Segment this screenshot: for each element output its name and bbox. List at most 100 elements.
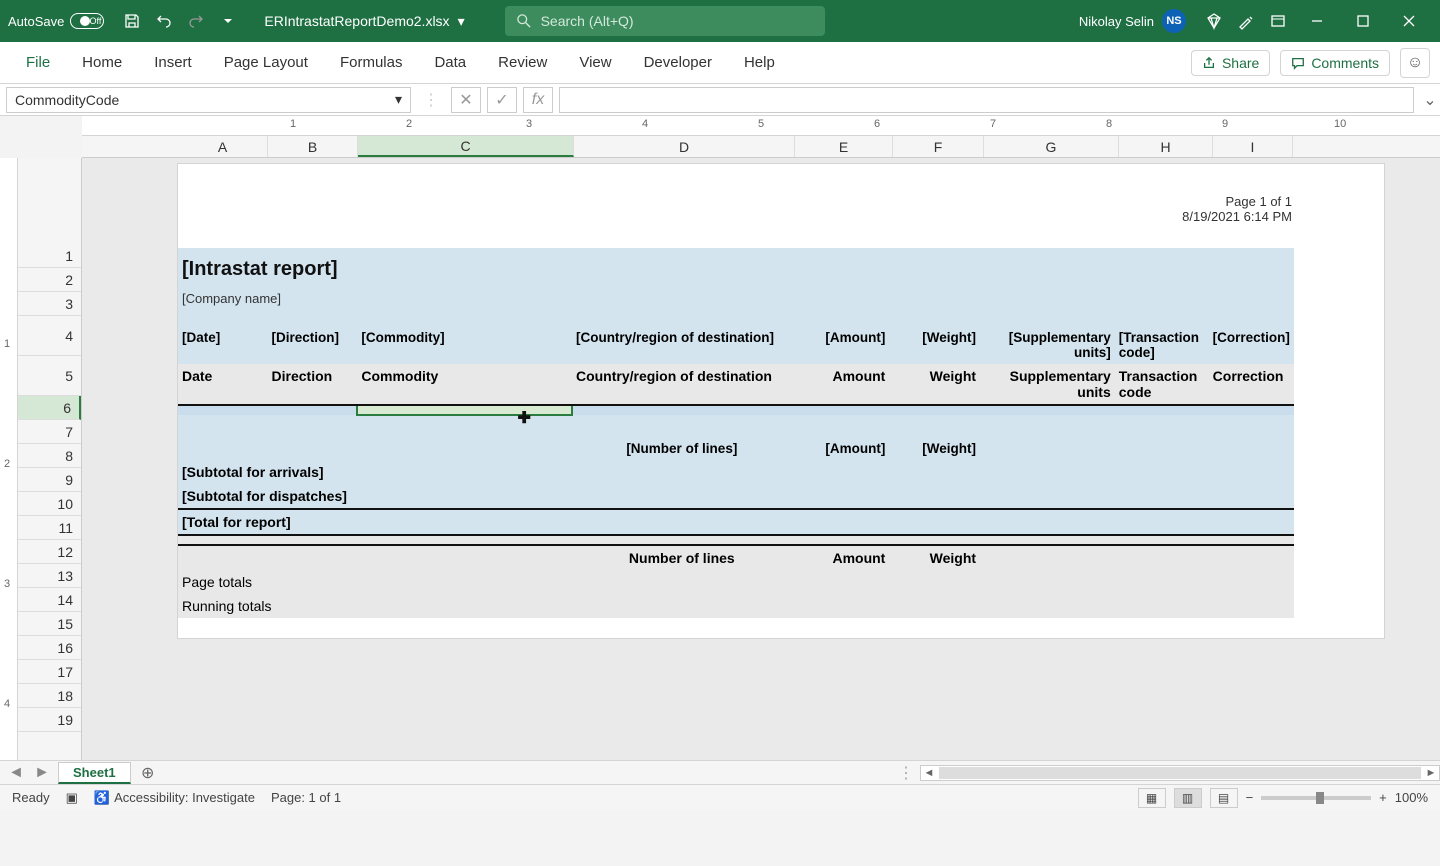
- footer-label: [Amount]: [792, 437, 890, 460]
- share-label: Share: [1222, 55, 1259, 71]
- new-sheet-button[interactable]: ⊕: [137, 762, 159, 784]
- row-header[interactable]: 15: [18, 612, 81, 636]
- tab-help[interactable]: Help: [728, 42, 791, 83]
- scroll-right-icon[interactable]: ►: [1423, 767, 1439, 779]
- label-header: [Supplementary units]: [980, 326, 1115, 364]
- col-header[interactable]: F: [893, 136, 984, 157]
- row-header[interactable]: 13: [18, 564, 81, 588]
- page-break-view-icon[interactable]: ▤: [1210, 788, 1238, 808]
- page-canvas[interactable]: Page 1 of 1 8/19/2021 6:14 PM [Intrastat…: [82, 158, 1440, 760]
- col-header[interactable]: I: [1213, 136, 1293, 157]
- draw-icon[interactable]: [1232, 7, 1260, 35]
- row-header[interactable]: 14: [18, 588, 81, 612]
- tab-split-handle[interactable]: ⋮: [898, 763, 914, 783]
- col-header[interactable]: G: [984, 136, 1119, 157]
- diamond-icon[interactable]: [1200, 7, 1228, 35]
- cell[interactable]: [889, 405, 980, 415]
- row-header[interactable]: 19: [18, 708, 81, 732]
- search-input[interactable]: Search (Alt+Q): [505, 6, 825, 36]
- cell[interactable]: [1209, 405, 1294, 415]
- scroll-left-icon[interactable]: ◄: [921, 767, 937, 779]
- macro-record-icon[interactable]: ▣: [66, 790, 78, 806]
- ribbon-display-icon[interactable]: [1264, 7, 1292, 35]
- cell[interactable]: [268, 405, 358, 415]
- row-header[interactable]: 11: [18, 516, 81, 540]
- row-header[interactable]: 4: [18, 316, 81, 356]
- col-header[interactable]: D: [574, 136, 795, 157]
- col-header[interactable]: A: [178, 136, 268, 157]
- cell[interactable]: [980, 405, 1115, 415]
- save-icon[interactable]: [118, 7, 146, 35]
- row-header[interactable]: 6: [18, 396, 81, 420]
- row-header[interactable]: 17: [18, 660, 81, 684]
- horizontal-scrollbar[interactable]: ◄ ►: [920, 765, 1440, 781]
- toggle-switch[interactable]: Off: [70, 13, 104, 29]
- maximize-button[interactable]: [1340, 0, 1386, 42]
- undo-icon[interactable]: [150, 7, 178, 35]
- normal-view-icon[interactable]: ▦: [1138, 788, 1166, 808]
- redo-icon[interactable]: [182, 7, 210, 35]
- row-header[interactable]: 2: [18, 268, 81, 292]
- cell[interactable]: [792, 405, 890, 415]
- file-name[interactable]: ERIntrastatReportDemo2.xlsx ▾: [264, 13, 464, 30]
- row-header[interactable]: 5: [18, 356, 81, 396]
- share-button[interactable]: Share: [1191, 50, 1270, 76]
- formula-expand-icon[interactable]: ⌄: [1420, 90, 1440, 110]
- minimize-button[interactable]: [1294, 0, 1340, 42]
- data-header: Country/region of destination: [572, 364, 792, 405]
- feedback-icon[interactable]: ☺: [1400, 48, 1430, 78]
- formula-input[interactable]: [559, 87, 1414, 113]
- name-box[interactable]: CommodityCode ▾: [6, 87, 411, 113]
- row-header[interactable]: 3: [18, 292, 81, 316]
- row-header[interactable]: 12: [18, 540, 81, 564]
- filename-dropdown-icon[interactable]: ▾: [458, 13, 465, 30]
- comments-button[interactable]: Comments: [1280, 50, 1390, 76]
- cancel-formula-icon[interactable]: ✕: [451, 87, 481, 113]
- col-header[interactable]: C: [358, 136, 574, 157]
- next-sheet-icon[interactable]: ►: [32, 764, 52, 782]
- zoom-in-icon[interactable]: +: [1379, 790, 1387, 805]
- zoom-slider[interactable]: [1261, 796, 1371, 800]
- zoom-thumb[interactable]: [1316, 792, 1324, 804]
- tab-review[interactable]: Review: [482, 42, 563, 83]
- filename-text: ERIntrastatReportDemo2.xlsx: [264, 13, 449, 29]
- sheet-tab[interactable]: Sheet1: [58, 762, 131, 784]
- user-account[interactable]: Nikolay Selin NS: [1079, 9, 1186, 33]
- name-box-dropdown-icon[interactable]: ▾: [395, 91, 402, 108]
- cell[interactable]: [178, 405, 268, 415]
- row-header[interactable]: 1: [18, 244, 81, 268]
- page-layout-view-icon[interactable]: ▥: [1174, 788, 1202, 808]
- zoom-level[interactable]: 100%: [1395, 790, 1428, 805]
- row-header[interactable]: 8: [18, 444, 81, 468]
- tab-formulas[interactable]: Formulas: [324, 42, 419, 83]
- cell[interactable]: [1115, 405, 1209, 415]
- tab-file[interactable]: File: [10, 42, 66, 83]
- autosave-toggle[interactable]: AutoSave Off: [8, 13, 104, 29]
- tab-home[interactable]: Home: [66, 42, 138, 83]
- row-header[interactable]: 16: [18, 636, 81, 660]
- name-box-value: CommodityCode: [15, 92, 119, 108]
- page-status: Page: 1 of 1: [271, 790, 341, 805]
- accessibility-status[interactable]: ♿Accessibility: Investigate: [94, 790, 255, 806]
- col-header[interactable]: E: [795, 136, 893, 157]
- col-header[interactable]: B: [268, 136, 358, 157]
- col-header[interactable]: H: [1119, 136, 1213, 157]
- cell[interactable]: [572, 405, 792, 415]
- row-header[interactable]: 9: [18, 468, 81, 492]
- row-header[interactable]: 18: [18, 684, 81, 708]
- qat-dropdown-icon[interactable]: [214, 7, 242, 35]
- row-header[interactable]: 7: [18, 420, 81, 444]
- tab-insert[interactable]: Insert: [138, 42, 208, 83]
- tab-developer[interactable]: Developer: [628, 42, 728, 83]
- tab-page-layout[interactable]: Page Layout: [208, 42, 324, 83]
- tab-view[interactable]: View: [563, 42, 627, 83]
- enter-formula-icon[interactable]: ✓: [487, 87, 517, 113]
- row-header[interactable]: 10: [18, 492, 81, 516]
- scroll-thumb[interactable]: [939, 767, 1421, 779]
- tab-data[interactable]: Data: [418, 42, 482, 83]
- selected-cell[interactable]: ✚: [357, 405, 572, 415]
- close-button[interactable]: [1386, 0, 1432, 42]
- zoom-out-icon[interactable]: −: [1246, 790, 1254, 805]
- prev-sheet-icon[interactable]: ◄: [6, 764, 26, 782]
- fx-icon[interactable]: fx: [523, 87, 553, 113]
